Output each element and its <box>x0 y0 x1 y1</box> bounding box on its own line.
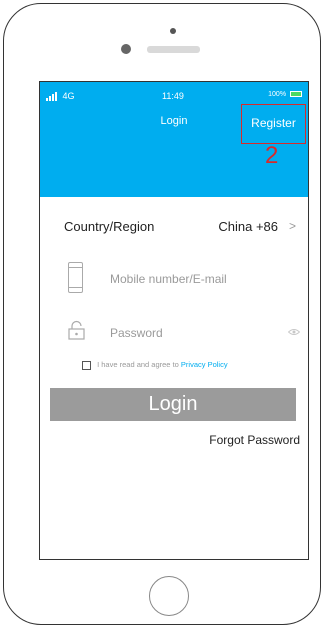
country-value: China +86 <box>218 219 278 234</box>
country-label: Country/Region <box>64 219 155 234</box>
app-screen: 4G 11:49 100% Login Register 2 Country/R… <box>39 81 309 560</box>
battery-status: 100% <box>268 91 302 98</box>
mobile-email-field[interactable]: Mobile number/E-mail <box>68 262 300 296</box>
status-time: 11:49 <box>162 91 184 101</box>
home-button[interactable] <box>149 576 189 616</box>
mobile-email-input[interactable]: Mobile number/E-mail <box>110 272 227 286</box>
signal-group: 4G <box>46 91 75 101</box>
privacy-policy-link[interactable]: Privacy Policy <box>181 360 228 369</box>
network-label: 4G <box>62 91 75 101</box>
speaker-grille <box>147 46 200 53</box>
checkbox-icon[interactable] <box>82 360 91 370</box>
eye-icon[interactable] <box>288 328 300 336</box>
phone-frame: 4G 11:49 100% Login Register 2 Country/R… <box>3 3 321 625</box>
lock-icon <box>68 320 85 340</box>
chevron-right-icon: > <box>288 219 296 233</box>
password-field[interactable]: Password <box>68 316 300 350</box>
phone-icon <box>68 262 83 293</box>
battery-icon <box>290 91 302 98</box>
camera-dot <box>170 28 176 34</box>
sensor-dot <box>121 44 131 54</box>
status-bar: 4G 11:49 100% <box>40 90 308 104</box>
agree-text: I have read and agree to <box>97 360 181 369</box>
country-region-row[interactable]: Country/Region China +86 > <box>64 219 300 235</box>
forgot-password-link[interactable]: Forgot Password <box>209 433 300 447</box>
battery-percent: 100% <box>268 91 287 98</box>
login-header: 4G 11:49 100% Login Register 2 <box>40 82 308 197</box>
signal-icon <box>46 91 58 101</box>
password-input[interactable]: Password <box>110 326 163 340</box>
privacy-agreement: I have read and agree to Privacy Policy <box>82 360 228 372</box>
annotation-number: 2 <box>265 142 279 169</box>
register-button[interactable]: Register <box>241 104 306 144</box>
login-button[interactable]: Login <box>50 388 296 421</box>
